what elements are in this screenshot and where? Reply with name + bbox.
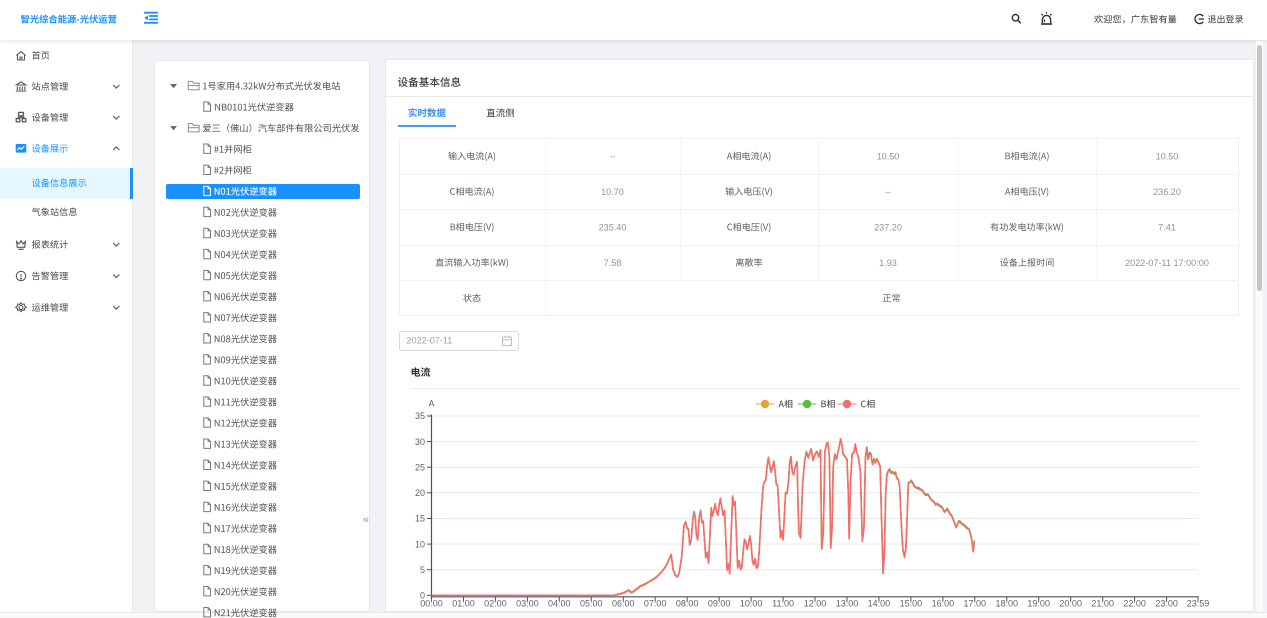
svg-text:A: A bbox=[429, 399, 435, 409]
svg-text:7.41: 7.41 bbox=[1158, 222, 1176, 232]
svg-text:15: 15 bbox=[415, 514, 425, 524]
svg-text:00:00: 00:00 bbox=[420, 599, 443, 609]
svg-text:10.70: 10.70 bbox=[601, 187, 624, 197]
svg-text:--: -- bbox=[885, 187, 891, 197]
svg-text:01:00: 01:00 bbox=[452, 599, 475, 609]
svg-text:11:00: 11:00 bbox=[772, 599, 794, 609]
svg-text:10:00: 10:00 bbox=[740, 599, 763, 609]
svg-text:16:00: 16:00 bbox=[932, 599, 955, 609]
svg-text:08:00: 08:00 bbox=[676, 599, 699, 609]
svg-text:2022-07-11: 2022-07-11 bbox=[407, 336, 453, 346]
svg-text:20: 20 bbox=[415, 488, 425, 498]
svg-text:06:00: 06:00 bbox=[612, 599, 635, 609]
svg-text:--: -- bbox=[609, 151, 615, 161]
svg-text:14:00: 14:00 bbox=[868, 599, 891, 609]
svg-text:02:00: 02:00 bbox=[484, 599, 507, 609]
svg-text:21:00: 21:00 bbox=[1091, 599, 1114, 609]
svg-text:03:00: 03:00 bbox=[516, 599, 539, 609]
svg-text:07:00: 07:00 bbox=[644, 599, 667, 609]
svg-text:13:00: 13:00 bbox=[836, 599, 859, 609]
svg-text:237.20: 237.20 bbox=[874, 222, 902, 232]
svg-text:19:00: 19:00 bbox=[1027, 599, 1050, 609]
svg-text:10.50: 10.50 bbox=[1156, 151, 1179, 161]
svg-text:10: 10 bbox=[415, 539, 425, 549]
svg-text:18:00: 18:00 bbox=[996, 599, 1019, 609]
svg-text:12:00: 12:00 bbox=[804, 599, 827, 609]
svg-text:5: 5 bbox=[420, 565, 425, 575]
svg-text:23:00: 23:00 bbox=[1155, 599, 1178, 609]
svg-text:05:00: 05:00 bbox=[580, 599, 603, 609]
svg-text:2022-07-11 17:00:00: 2022-07-11 17:00:00 bbox=[1125, 258, 1209, 268]
svg-text:25: 25 bbox=[415, 462, 425, 472]
svg-text:17:00: 17:00 bbox=[964, 599, 987, 609]
svg-text:09:00: 09:00 bbox=[708, 599, 731, 609]
svg-text:20:00: 20:00 bbox=[1059, 599, 1082, 609]
svg-text:04:00: 04:00 bbox=[548, 599, 571, 609]
svg-text:7.58: 7.58 bbox=[604, 258, 622, 268]
svg-text:236.20: 236.20 bbox=[1153, 187, 1181, 197]
svg-text:35: 35 bbox=[415, 411, 425, 421]
svg-text:235.40: 235.40 bbox=[599, 222, 627, 232]
svg-text:15:00: 15:00 bbox=[900, 599, 923, 609]
svg-text:30: 30 bbox=[415, 437, 425, 447]
svg-text:10.50: 10.50 bbox=[877, 151, 900, 161]
svg-text:22:00: 22:00 bbox=[1123, 599, 1146, 609]
svg-text:1.93: 1.93 bbox=[879, 258, 897, 268]
svg-text:23:59: 23:59 bbox=[1187, 599, 1210, 609]
